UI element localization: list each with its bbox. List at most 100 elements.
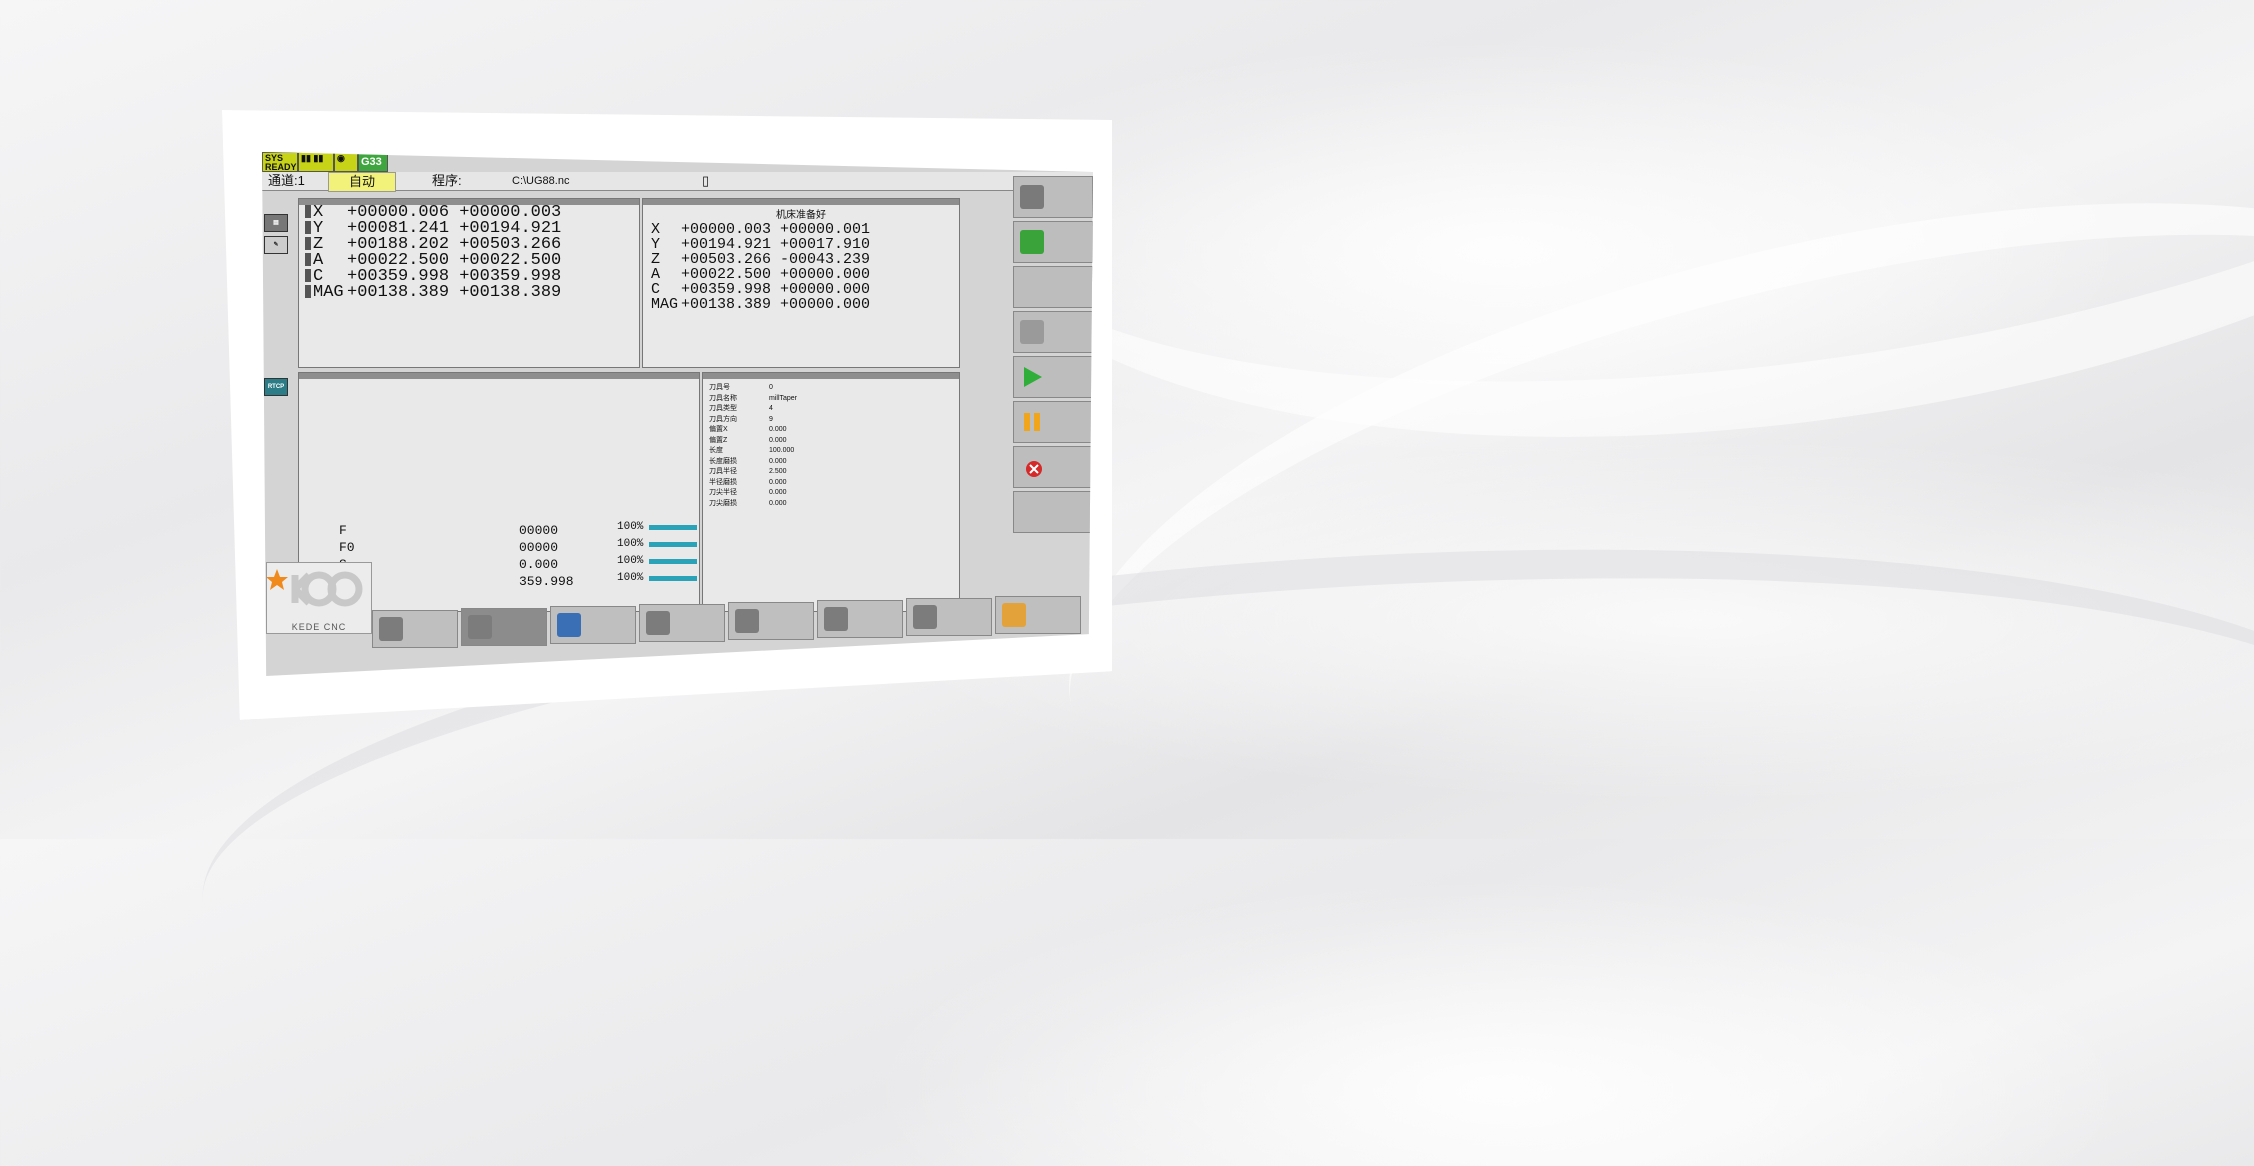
tool-table-icon: [824, 607, 848, 631]
coord-value: +00138.389: [347, 283, 450, 302]
axis-marker: [305, 285, 311, 298]
bottom-softkey[interactable]: [995, 596, 1081, 634]
tool-info-key: 偏置X: [709, 426, 728, 433]
tool-info-value: 0.000: [769, 489, 787, 496]
right-softkey[interactable]: [1013, 266, 1093, 308]
tool-info-row: 刀尖半径 0.000: [709, 488, 953, 499]
rtcp-button[interactable]: RTCP: [264, 378, 288, 396]
blank: [1020, 275, 1044, 299]
tool-icon: [646, 611, 670, 635]
bottom-softkey[interactable]: [461, 608, 547, 646]
tool-info-value: 0.000: [769, 436, 787, 444]
green-tool-icon: [1020, 230, 1044, 254]
right-softkey[interactable]: [1013, 491, 1093, 533]
bottom-softkey[interactable]: [906, 598, 992, 636]
feed-percent: 100%: [617, 521, 644, 533]
bottom-softkey[interactable]: [550, 606, 636, 644]
axis-label: Z: [651, 251, 661, 268]
coord-value: +00138.389: [681, 296, 772, 313]
tool-info-row: 长度磨损 0.000: [709, 457, 953, 468]
axis-marker: [305, 253, 311, 266]
tool-info-key: 刀具方向: [709, 415, 737, 423]
feed-label: F: [339, 523, 347, 538]
blank2: [1020, 500, 1044, 524]
tool-info-panel: 刀具号 0 刀具名称 millTaper 刀具类型 4 刀具方向 9 偏置X 0.000 偏置Z 0.…: [702, 372, 960, 612]
right-softkey[interactable]: [1013, 221, 1093, 263]
tool-small-icon[interactable]: ✎: [264, 236, 288, 254]
right-softkey[interactable]: [1013, 311, 1093, 353]
tool-info-value: millTaper: [769, 394, 798, 402]
coord-row: Z +00503.266 -00043.239: [643, 252, 959, 267]
program-label: 程序:: [432, 173, 462, 188]
kede-logo-mark: [266, 569, 363, 607]
axis-icon: [735, 609, 759, 633]
step-icon: [1020, 320, 1044, 344]
feed-percent: 100%: [617, 572, 644, 584]
auto-icon: [468, 615, 492, 639]
kede-logo: KEDE CNC: [266, 562, 372, 634]
tool-info-value: 0.000: [769, 478, 787, 486]
tool-info-key: 刀具半径: [709, 468, 737, 475]
bottom-softkey[interactable]: [372, 610, 458, 648]
gcode-badge: G33: [358, 152, 388, 172]
bottom-softkey[interactable]: [817, 600, 903, 638]
tool-info-row: 刀具半径 2.500: [709, 467, 953, 478]
machine-ready-text: 机床准备好: [776, 210, 826, 221]
tool-info-row: 半径磨损 0.000: [709, 478, 953, 489]
tool-info-key: 长度: [709, 447, 723, 454]
start-icon: [1020, 365, 1044, 389]
coord-right-header-bar: [643, 199, 959, 205]
tool-info-value: 0: [769, 384, 773, 391]
feed-override-bar: [649, 559, 697, 564]
gear-icon: [1002, 603, 1026, 627]
ready-label: READY: [265, 162, 297, 172]
right-softkey[interactable]: [1013, 446, 1093, 488]
axis-label: A: [651, 266, 661, 283]
tool-info-key: 长度磨损: [709, 457, 737, 465]
axis-marker: [305, 205, 311, 218]
tool-info-row: 刀尖磨损 0.000: [709, 499, 953, 510]
bottom-softkey[interactable]: [639, 604, 725, 642]
right-softkey[interactable]: [1013, 356, 1093, 398]
tool-info-value: 0.000: [769, 499, 787, 507]
mode-label[interactable]: 自动: [328, 172, 397, 192]
bottom-softkey[interactable]: [728, 602, 814, 640]
tool-info-list: 刀具号 0 刀具名称 millTaper 刀具类型 4 刀具方向 9 偏置X 0.000 偏置Z 0.…: [703, 379, 959, 513]
coord-value: +00000.000: [780, 296, 871, 313]
feed-override-bar: [649, 542, 697, 547]
channel-label: 通道:1: [268, 173, 305, 188]
right-softkey[interactable]: [1013, 176, 1093, 218]
menu-icon: [1020, 185, 1044, 209]
feed-percent: 100%: [617, 538, 644, 550]
coord-left-list: X +00000.006 +00000.003 Y +00081.241 +00194…: [299, 204, 639, 302]
tool-info-row: 偏置X 0.000: [709, 425, 953, 436]
axis-label: X: [651, 221, 661, 238]
reset-icon: [1020, 455, 1044, 479]
brand-text: KEDE CNC: [291, 622, 347, 632]
tool-info-key: 刀具类型: [709, 405, 737, 412]
tool-info-key: 刀尖磨损: [709, 499, 737, 507]
feed-value: 0.000: [519, 557, 559, 572]
feed-label: F0: [339, 540, 355, 555]
tool-info-value: 4: [769, 405, 773, 412]
feed-value: 359.998: [519, 574, 574, 589]
program-path: C:\UG88.nc: [512, 175, 570, 187]
info-icon: ▯: [702, 173, 710, 188]
tool-info-value: 0.000: [769, 457, 787, 465]
coord-row: Y +00194.921 +00017.910: [643, 237, 959, 252]
work-icon: [913, 605, 937, 629]
tool-info-value: 100.000: [769, 447, 795, 454]
cnc-screen: SYS READY ▮▮ ▮▮ ◉ G33 通道:1 自动 程序: C:\UG8…: [262, 152, 1093, 676]
feed-override-bar: [649, 576, 697, 581]
coord-panel-right: 机床准备好 X +00000.003 +00000.001 Y +00194.921 …: [642, 198, 960, 368]
right-softkey[interactable]: [1013, 401, 1093, 443]
coord-right-list: X +00000.003 +00000.001 Y +00194.921 +00017…: [643, 222, 959, 312]
tool-info-value: 9: [769, 415, 773, 423]
feed-value: 00000: [519, 523, 559, 538]
machine-icon[interactable]: ▤: [264, 214, 288, 232]
tool-info-key: 刀具号: [709, 384, 730, 391]
channel-row: 通道:1 自动 程序: C:\UG88.nc ▯: [262, 172, 1093, 192]
axis-marker: [305, 221, 311, 234]
pause-icon: [1020, 410, 1044, 434]
tool-info-row: 刀具类型 4: [709, 404, 953, 415]
